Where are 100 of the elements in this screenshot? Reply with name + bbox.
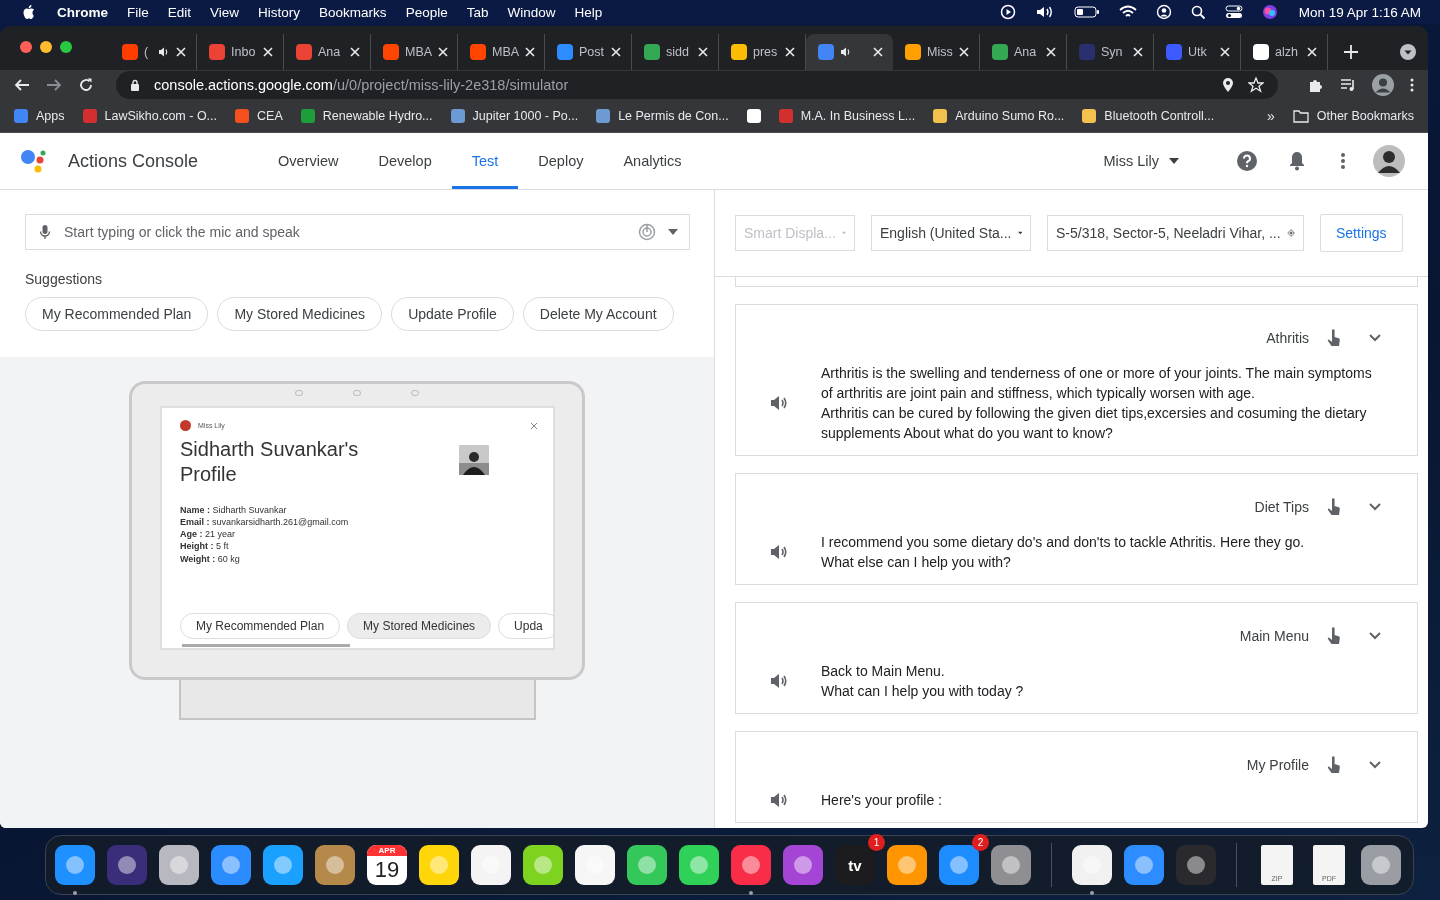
app-icon[interactable]	[471, 845, 511, 885]
bookmark[interactable]	[746, 109, 761, 123]
play-icon[interactable]	[999, 4, 1016, 20]
location-field[interactable]: S-5/318, Sector-5, Neeladri Vihar, ...	[1047, 215, 1304, 251]
speaker-icon[interactable]	[840, 46, 852, 58]
nav-tab[interactable]: Deploy	[518, 133, 604, 189]
minimize-window-button[interactable]	[40, 41, 52, 53]
zoom-window-button[interactable]	[60, 41, 72, 53]
chevron-down-icon[interactable]	[1369, 761, 1381, 769]
app-icon[interactable]	[419, 845, 459, 885]
location-pin-icon[interactable]	[1222, 77, 1234, 93]
bookmark[interactable]: Arduino Sumo Ro...	[933, 109, 1065, 123]
other-bookmarks-folder[interactable]: Other Bookmarks	[1292, 109, 1414, 123]
menu-item[interactable]: History	[258, 4, 301, 20]
app-icon[interactable]	[1361, 845, 1401, 885]
app-icon[interactable]	[627, 845, 667, 885]
bookmark[interactable]: M.A. In Business L...	[778, 109, 916, 123]
app-icon[interactable]	[263, 845, 303, 885]
bookmark[interactable]: Renewable Hydro...	[300, 109, 433, 123]
app-icon[interactable]	[731, 845, 771, 885]
hand-pointer-icon[interactable]	[1327, 756, 1341, 774]
target-icon[interactable]	[638, 223, 656, 241]
settings-button[interactable]: Settings	[1320, 214, 1403, 252]
app-icon[interactable]	[1072, 845, 1112, 885]
wifi-icon[interactable]	[1118, 5, 1137, 19]
volume-icon[interactable]	[1034, 4, 1055, 20]
project-dropdown[interactable]: Miss Lily	[1103, 153, 1179, 169]
bookmark[interactable]: Apps	[14, 109, 65, 123]
app-icon[interactable]	[315, 845, 355, 885]
app-icon[interactable]	[1124, 845, 1164, 885]
user-icon[interactable]	[1155, 4, 1172, 20]
apple-icon[interactable]	[22, 4, 36, 20]
app-icon[interactable]	[783, 845, 823, 885]
menu-item[interactable]: Tab	[466, 4, 489, 20]
control-center-icon[interactable]	[1224, 5, 1243, 19]
more-bookmarks-button[interactable]: »	[1266, 108, 1275, 124]
more-icon[interactable]	[1410, 78, 1414, 92]
suggestion-chip[interactable]: My Recommended Plan	[25, 297, 209, 331]
menu-item[interactable]: View	[210, 4, 240, 20]
search-icon[interactable]	[1190, 4, 1206, 20]
speaker-icon[interactable]	[770, 792, 788, 808]
speaker-icon[interactable]	[158, 46, 170, 58]
hand-pointer-icon[interactable]	[1327, 498, 1341, 516]
bookmark[interactable]: Le Permis de Con...	[596, 109, 729, 123]
app-icon[interactable]	[991, 845, 1031, 885]
mic-icon[interactable]	[39, 224, 51, 240]
menu-item[interactable]: File	[127, 4, 149, 20]
speaker-icon[interactable]	[770, 673, 788, 689]
app-icon[interactable]	[939, 845, 979, 885]
menu-item[interactable]: Bookmarks	[319, 4, 387, 20]
speaker-icon[interactable]	[770, 544, 788, 560]
suggestion-chip[interactable]: My Stored Medicines	[347, 613, 492, 639]
bookmark[interactable]: CEA	[235, 109, 283, 123]
speaker-icon[interactable]	[770, 395, 788, 411]
playlist-icon[interactable]	[1340, 78, 1356, 92]
address-bar[interactable]: console.actions.google.com/u/0/project/miss-lily-2e318/simulator	[116, 71, 1278, 99]
avatar-icon[interactable]	[1373, 145, 1405, 177]
app-icon[interactable]	[55, 845, 95, 885]
new-tab-icon[interactable]	[1344, 45, 1358, 59]
nav-tab[interactable]: Overview	[258, 133, 359, 189]
help-icon[interactable]	[1237, 151, 1257, 171]
forward-icon[interactable]	[46, 77, 62, 93]
app-icon[interactable]	[679, 845, 719, 885]
notifications-icon[interactable]	[1289, 151, 1305, 171]
bookmark[interactable]: LawSikho.com - O...	[82, 109, 218, 123]
star-icon[interactable]	[1248, 77, 1264, 93]
puzzle-icon[interactable]	[1308, 77, 1324, 93]
hand-pointer-icon[interactable]	[1327, 329, 1341, 347]
app-icon[interactable]	[159, 845, 199, 885]
app-icon[interactable]: tv	[835, 845, 875, 885]
more-icon[interactable]	[1341, 153, 1345, 169]
calendar-icon[interactable]: APR 19	[367, 845, 407, 885]
menu-item[interactable]: Window	[507, 4, 556, 20]
reload-icon[interactable]	[78, 77, 94, 93]
app-icon[interactable]	[211, 845, 251, 885]
battery-icon[interactable]	[1073, 5, 1100, 19]
caret-icon[interactable]	[668, 229, 678, 235]
hand-pointer-icon[interactable]	[1327, 627, 1341, 645]
chevron-down-icon[interactable]	[1369, 334, 1381, 342]
nav-tab[interactable]: Test	[451, 133, 519, 189]
menu-item[interactable]: Help	[574, 4, 603, 20]
menu-bar-clock[interactable]: Mon 19 Apr 1:16 AM	[1298, 4, 1421, 20]
query-input-field[interactable]: Start typing or click the mic and speak	[25, 214, 690, 250]
close-window-button[interactable]	[20, 41, 32, 53]
bookmark[interactable]: Jupiter 1000 - Po...	[450, 109, 579, 123]
menu-item[interactable]: Chrome	[57, 4, 108, 20]
siri-icon[interactable]	[1261, 4, 1278, 20]
back-icon[interactable]	[14, 77, 30, 93]
language-dropdown[interactable]: English (United Sta...	[871, 215, 1031, 251]
app-icon[interactable]	[523, 845, 563, 885]
app-icon[interactable]	[887, 845, 927, 885]
menu-item[interactable]: Edit	[167, 4, 192, 20]
menu-item[interactable]: People	[405, 4, 448, 20]
tab-search-icon[interactable]	[1400, 44, 1416, 60]
nav-tab[interactable]: Develop	[358, 133, 452, 189]
bookmark[interactable]: Bluetooth Controll...	[1082, 109, 1215, 123]
nav-tab[interactable]: Analytics	[603, 133, 702, 189]
app-icon[interactable]	[575, 845, 615, 885]
chevron-down-icon[interactable]	[1369, 503, 1381, 511]
chevron-down-icon[interactable]	[1369, 632, 1381, 640]
